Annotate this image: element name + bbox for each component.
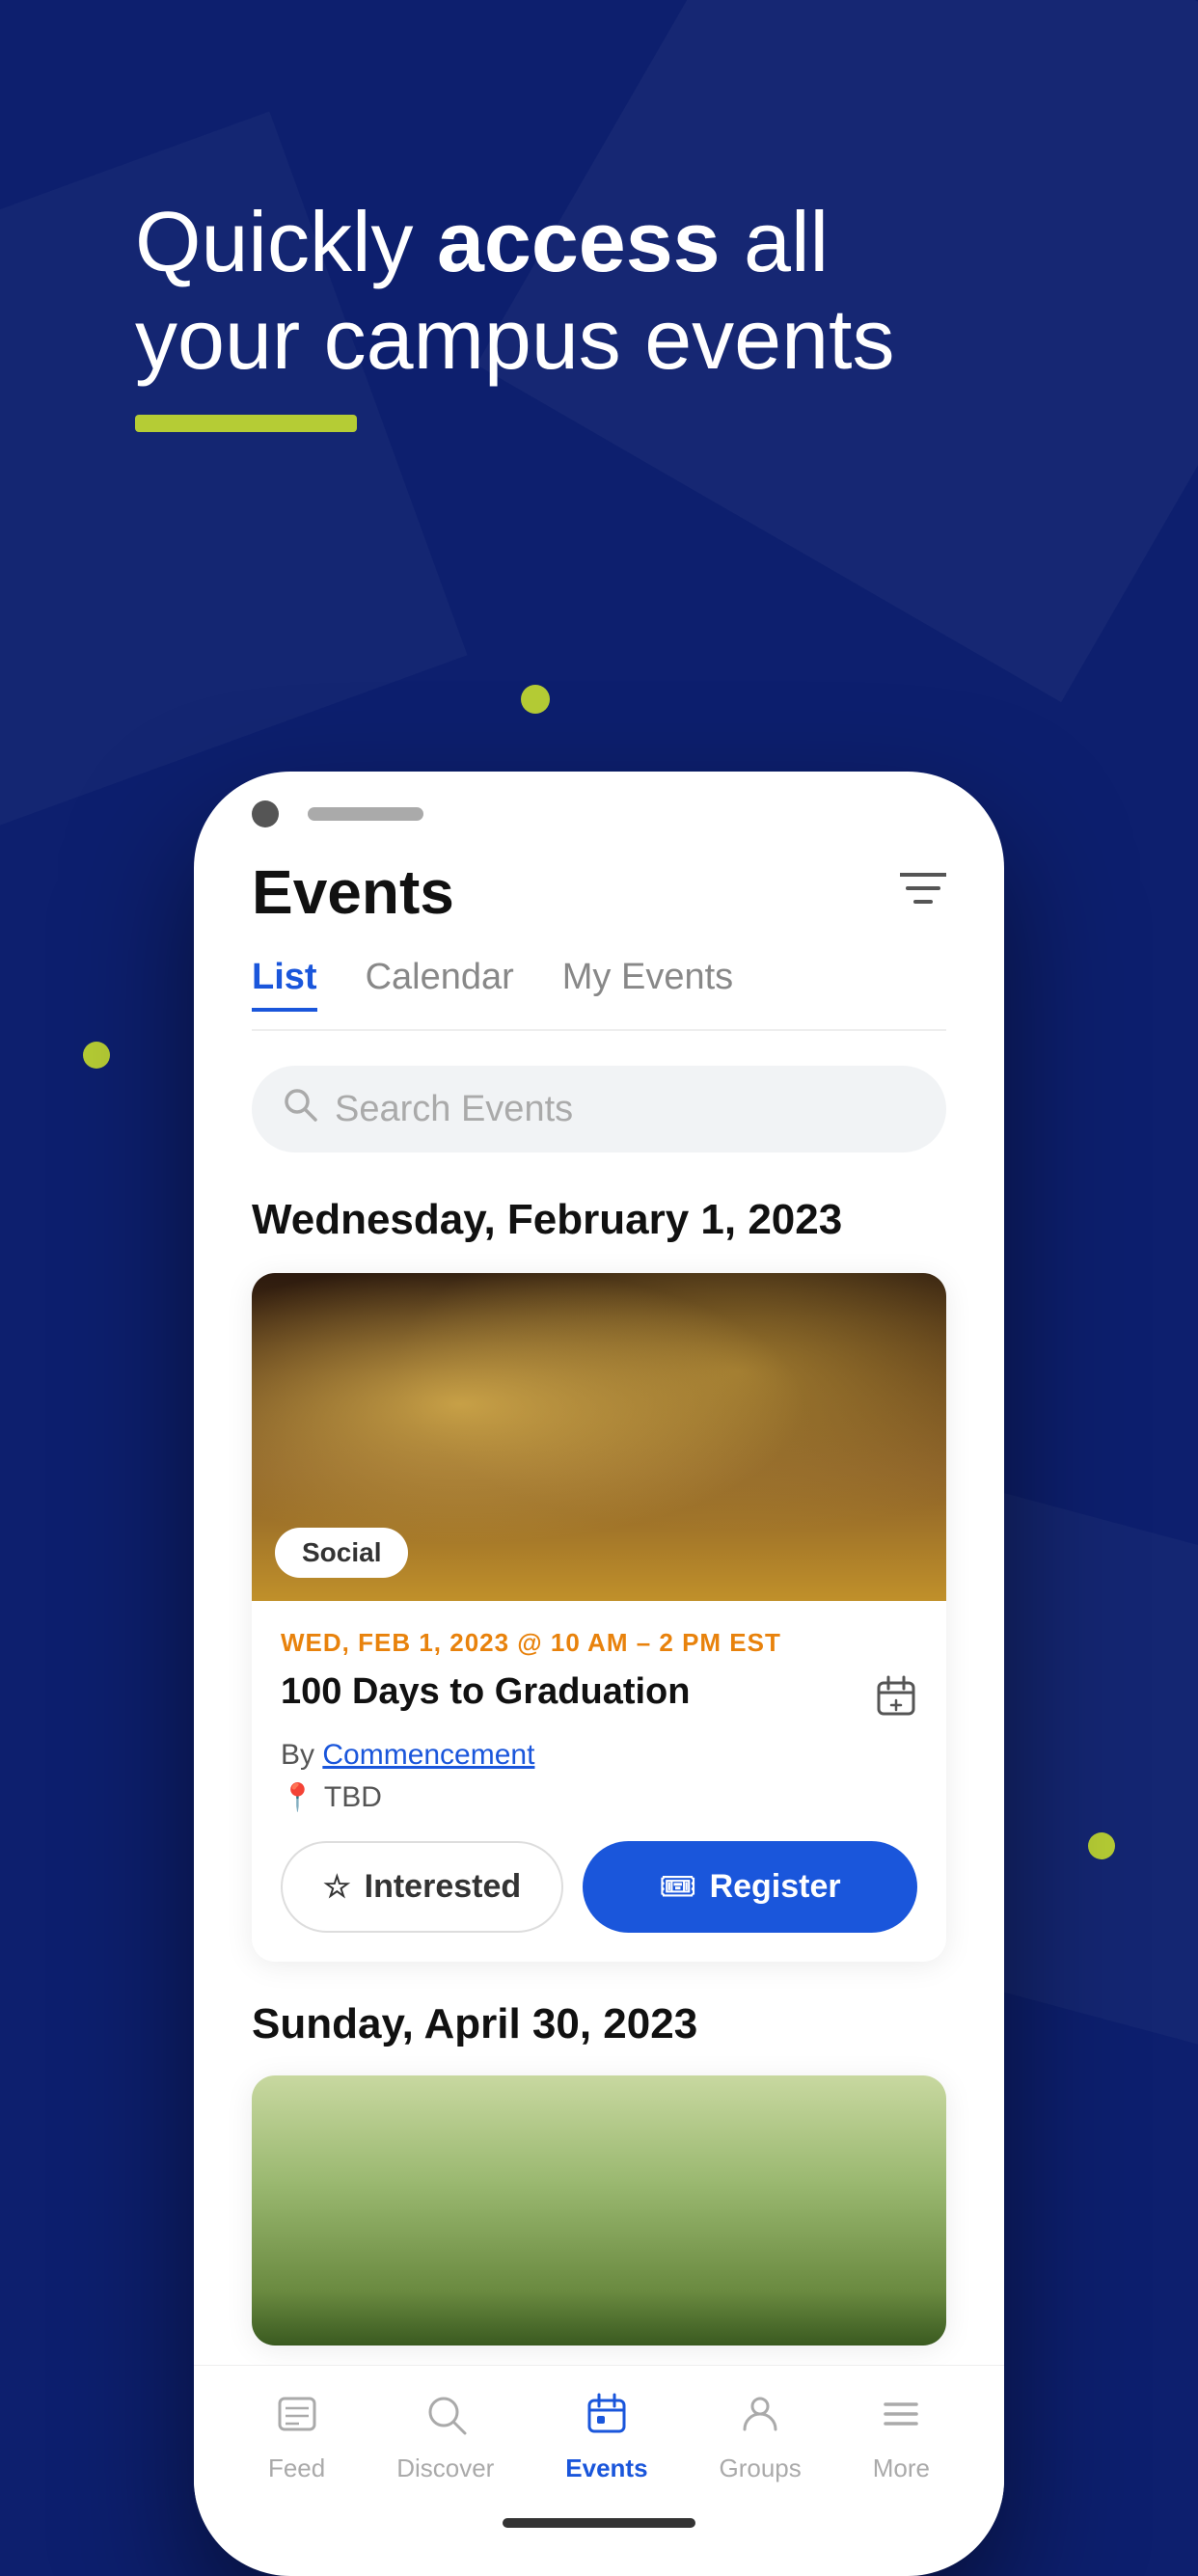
phone-top-bar xyxy=(194,772,1004,837)
date-heading-2: Sunday, April 30, 2023 xyxy=(252,2000,946,2048)
event-actions: ☆ Interested 🎟 Register xyxy=(281,1841,917,1933)
date-heading-1: Wednesday, February 1, 2023 xyxy=(252,1195,946,1246)
nav-item-more[interactable]: More xyxy=(873,2393,930,2483)
nav-item-feed[interactable]: Feed xyxy=(268,2393,325,2483)
nav-item-events[interactable]: Events xyxy=(565,2393,647,2483)
bottom-nav: Feed Discover Events xyxy=(194,2365,1004,2503)
hero-line1-normal: Quickly xyxy=(135,194,437,289)
nav-label-more: More xyxy=(873,2454,930,2483)
phone-speaker xyxy=(308,807,423,821)
discover-icon xyxy=(424,2393,467,2446)
location-text: TBD xyxy=(324,1781,382,1814)
organizer-link[interactable]: Commencement xyxy=(322,1739,534,1771)
event-card-1: Social WED, FEB 1, 2023 @ 10 AM – 2 PM E… xyxy=(252,1273,946,1962)
dot-left xyxy=(83,1042,110,1069)
interested-button[interactable]: ☆ Interested xyxy=(281,1841,563,1933)
nav-label-feed: Feed xyxy=(268,2454,325,2483)
register-icon: 🎟 xyxy=(659,1870,695,1904)
search-input[interactable]: Search Events xyxy=(335,1089,573,1130)
location-pin-icon: 📍 xyxy=(281,1781,314,1813)
tab-my-events[interactable]: My Events xyxy=(562,957,733,1012)
event-image-2 xyxy=(252,2075,946,2346)
page-title: Events xyxy=(252,856,454,928)
register-button[interactable]: 🎟 Register xyxy=(583,1841,917,1933)
search-bar[interactable]: Search Events xyxy=(252,1066,946,1152)
tab-calendar[interactable]: Calendar xyxy=(366,957,514,1012)
tab-bar: List Calendar My Events xyxy=(252,957,946,1031)
dot-right xyxy=(1088,1832,1115,1859)
app-content: Events List Calendar My Events xyxy=(194,837,1004,2346)
calendar-add-icon[interactable] xyxy=(875,1675,917,1727)
search-icon xyxy=(283,1087,317,1131)
event-tag: Social xyxy=(275,1528,408,1578)
hero-text: Quickly access all your campus events xyxy=(135,193,1063,388)
phone-mockup: Events List Calendar My Events xyxy=(194,772,1004,2576)
dot-center xyxy=(521,685,550,714)
tab-list[interactable]: List xyxy=(252,957,317,1012)
filter-icon[interactable] xyxy=(900,866,946,919)
nav-item-discover[interactable]: Discover xyxy=(396,2393,494,2483)
register-label: Register xyxy=(710,1868,841,1906)
event-details-1: WED, FEB 1, 2023 @ 10 AM – 2 PM EST 100 … xyxy=(252,1601,946,1962)
groups-icon xyxy=(739,2393,781,2446)
app-header: Events xyxy=(252,856,946,928)
event-title: 100 Days to Graduation xyxy=(281,1671,875,1713)
feed-icon xyxy=(276,2393,318,2446)
nav-label-events: Events xyxy=(565,2454,647,2483)
hero-section: Quickly access all your campus events xyxy=(135,193,1063,432)
organizer-prefix: By xyxy=(281,1739,322,1771)
hero-line1-bold: access xyxy=(437,194,721,289)
nav-label-groups: Groups xyxy=(720,2454,802,2483)
events-icon xyxy=(585,2393,628,2446)
event-title-row: 100 Days to Graduation xyxy=(281,1671,917,1727)
hero-line2: your campus events xyxy=(135,291,895,387)
interested-label: Interested xyxy=(365,1868,522,1906)
star-icon: ☆ xyxy=(323,1868,351,1905)
nav-label-discover: Discover xyxy=(396,2454,494,2483)
phone-camera xyxy=(252,800,279,827)
event-location: 📍 TBD xyxy=(281,1781,917,1814)
nav-item-groups[interactable]: Groups xyxy=(720,2393,802,2483)
event-date-time: WED, FEB 1, 2023 @ 10 AM – 2 PM EST xyxy=(281,1628,917,1658)
event-image-1: Social xyxy=(252,1273,946,1601)
event-card-2 xyxy=(252,2075,946,2346)
hero-line1-end: all xyxy=(721,194,830,289)
home-indicator xyxy=(503,2518,695,2528)
more-icon xyxy=(880,2393,922,2446)
event-organizer: By Commencement xyxy=(281,1739,917,1772)
hero-underline xyxy=(135,415,357,432)
